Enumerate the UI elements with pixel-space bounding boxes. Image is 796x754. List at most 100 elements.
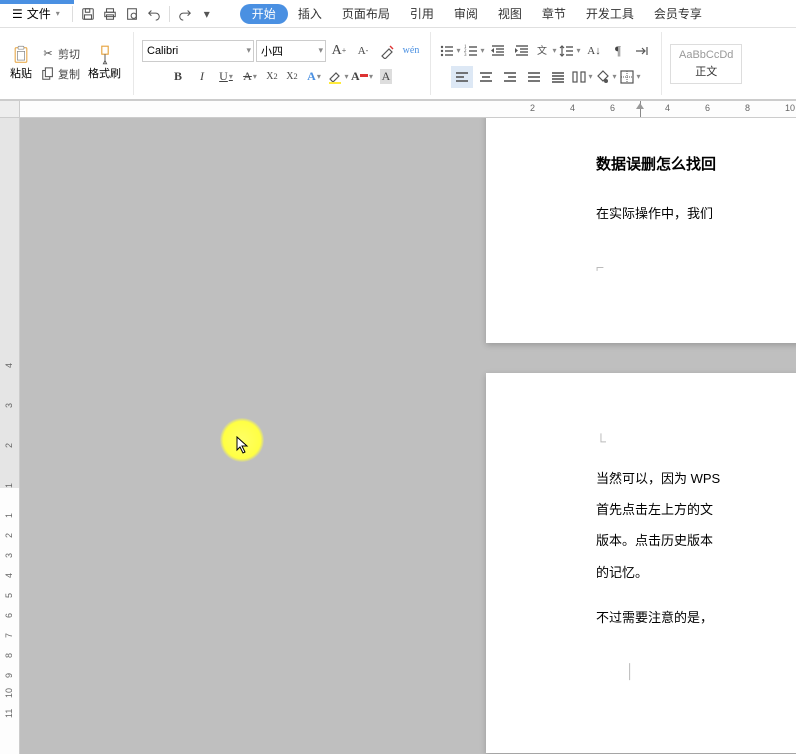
copy-label: 复制	[58, 66, 80, 82]
phonetic-guide-button[interactable]: wén	[400, 40, 422, 62]
chevron-down-icon: ▾	[246, 45, 251, 56]
chevron-down-icon: ▾	[576, 46, 580, 55]
tab-dev[interactable]: 开发工具	[576, 0, 644, 27]
italic-button[interactable]: I	[191, 66, 213, 88]
align-justify-button[interactable]	[523, 66, 545, 88]
page2-paragraph-1: 当然可以，因为 WPS	[596, 463, 796, 494]
subscript-button[interactable]: X2	[283, 66, 301, 88]
borders-button[interactable]: ▾	[619, 66, 641, 88]
tab-chapter[interactable]: 章节	[532, 0, 576, 27]
highlight-color-button[interactable]: ▾	[327, 66, 349, 88]
page2-paragraph-2: 首先点击左上方的文	[596, 494, 796, 525]
chevron-down-icon: ▾	[229, 72, 233, 81]
undo-button[interactable]	[145, 5, 163, 23]
align-distribute-button[interactable]	[547, 66, 569, 88]
tab-review[interactable]: 审阅	[444, 0, 488, 27]
columns-button[interactable]: ▾	[571, 66, 593, 88]
file-label: 文件	[27, 5, 51, 22]
svg-text:文: 文	[537, 44, 547, 57]
paste-button[interactable]: 粘贴	[6, 45, 36, 83]
clear-format-button[interactable]	[376, 40, 398, 62]
chevron-down-icon: ▾	[588, 72, 592, 81]
chevron-down-icon: ▾	[56, 9, 60, 18]
chevron-down-icon: ▾	[318, 45, 323, 56]
ruler-horizontal[interactable]: 2 4 6 4 6 8 10	[0, 100, 796, 118]
line-spacing-button[interactable]: ▾	[559, 40, 581, 62]
tab-page-layout[interactable]: 页面布局	[332, 0, 400, 27]
ribbon: 粘贴 ✂ 剪切 复制 格式刷 Calibri ▾	[0, 28, 796, 100]
clipboard-icon	[13, 47, 29, 63]
file-menu[interactable]: ☰ 文件 ▾	[6, 3, 66, 24]
show-marks-button[interactable]: ¶	[607, 40, 629, 62]
bold-button[interactable]: B	[167, 66, 189, 88]
brush-icon	[97, 47, 113, 63]
redo-button[interactable]	[176, 5, 194, 23]
scissors-icon: ✂	[40, 46, 56, 62]
chevron-down-icon: ▾	[612, 72, 616, 81]
svg-text:3: 3	[464, 53, 467, 58]
corner-bracket-icon: └	[596, 433, 606, 449]
shading-button[interactable]: ▾	[595, 66, 617, 88]
font-color-button[interactable]: A▾	[351, 66, 373, 88]
titlebar-quick-access: ☰ 文件 ▾ ▾ 开始 插入 页面布局 引用 审阅 视图 章节 开发工具 会员专…	[0, 0, 796, 28]
sort-button[interactable]: A↓	[583, 40, 605, 62]
save-button[interactable]	[79, 5, 97, 23]
text-effects-button[interactable]: A▾	[303, 66, 325, 88]
cut-label: 剪切	[58, 46, 80, 62]
font-size-value: 小四	[261, 43, 283, 59]
font-size-combo[interactable]: 小四 ▾	[256, 40, 326, 62]
align-center-button[interactable]	[475, 66, 497, 88]
copy-button[interactable]: 复制	[38, 65, 82, 83]
page-2[interactable]: └ 当然可以，因为 WPS 首先点击左上方的文 版本。点击历史版本 的记忆。 不…	[486, 373, 796, 753]
grow-font-button[interactable]: A+	[328, 40, 350, 62]
page2-paragraph-4: 的记忆。	[596, 557, 796, 588]
chevron-down-icon: ▾	[480, 46, 484, 55]
style-normal[interactable]: AaBbCcDd 正文	[670, 44, 742, 84]
page1-paragraph-1: 在实际操作中，我们	[596, 198, 796, 229]
chevron-down-icon: ▾	[636, 72, 640, 81]
paste-label: 粘贴	[10, 65, 32, 81]
ribbon-group-styles: AaBbCcDd 正文	[670, 32, 750, 95]
tab-start[interactable]: 开始	[240, 4, 288, 24]
format-painter-button[interactable]: 格式刷	[84, 45, 125, 83]
char-shading-button[interactable]: A	[375, 66, 397, 88]
chevron-down-icon: ▾	[369, 72, 373, 81]
bullets-button[interactable]: ▾	[439, 40, 461, 62]
qat-chevron-down-icon[interactable]: ▾	[198, 5, 216, 23]
tab-references[interactable]: 引用	[400, 0, 444, 27]
tab-view[interactable]: 视图	[488, 0, 532, 27]
preview-button[interactable]	[123, 5, 141, 23]
copy-icon	[40, 66, 56, 82]
document-canvas[interactable]: 数据误删怎么找回 在实际操作中，我们 ⌐ └ 当然可以，因为 WPS 首先点击左…	[20, 118, 796, 754]
hamburger-icon: ☰	[12, 7, 23, 21]
increase-indent-button[interactable]	[511, 40, 533, 62]
chevron-down-icon: ▾	[317, 72, 321, 81]
format-painter-label: 格式刷	[88, 65, 121, 81]
strike-button[interactable]: A▾	[239, 66, 261, 88]
cut-button[interactable]: ✂ 剪切	[38, 45, 82, 63]
tab-insert[interactable]: 插入	[288, 0, 332, 27]
decrease-indent-button[interactable]	[487, 40, 509, 62]
font-name-value: Calibri	[147, 45, 178, 57]
superscript-button[interactable]: X2	[263, 66, 281, 88]
font-name-combo[interactable]: Calibri ▾	[142, 40, 254, 62]
align-right-button[interactable]	[499, 66, 521, 88]
page2-paragraph-3: 版本。点击历史版本	[596, 525, 796, 556]
chevron-down-icon: ▾	[552, 46, 556, 55]
cursor-arrow-icon	[236, 436, 252, 456]
ribbon-tabs: 开始 插入 页面布局 引用 审阅 视图 章节 开发工具 会员专享	[240, 0, 712, 27]
tab-member[interactable]: 会员专享	[644, 0, 712, 27]
corner-bracket-icon: │	[626, 663, 635, 679]
tab-stop-button[interactable]	[631, 40, 653, 62]
page2-paragraph-5: 不过需要注意的是，	[596, 602, 796, 633]
align-left-button[interactable]	[451, 66, 473, 88]
underline-button[interactable]: U▾	[215, 66, 237, 88]
ribbon-group-font: Calibri ▾ 小四 ▾ A+ A- wén B I U▾ A▾ X2 X2	[142, 32, 431, 95]
page1-title: 数据误删怎么找回	[596, 153, 796, 174]
numbering-button[interactable]: 123▾	[463, 40, 485, 62]
ruler-vertical[interactable]: 1 2 3 4 1 2 3 4 5 6 7 8 9 10 11	[0, 118, 20, 754]
text-direction-button[interactable]: 文▾	[535, 40, 557, 62]
shrink-font-button[interactable]: A-	[352, 40, 374, 62]
print-button[interactable]	[101, 5, 119, 23]
page-1[interactable]: 数据误删怎么找回 在实际操作中，我们 ⌐	[486, 118, 796, 343]
